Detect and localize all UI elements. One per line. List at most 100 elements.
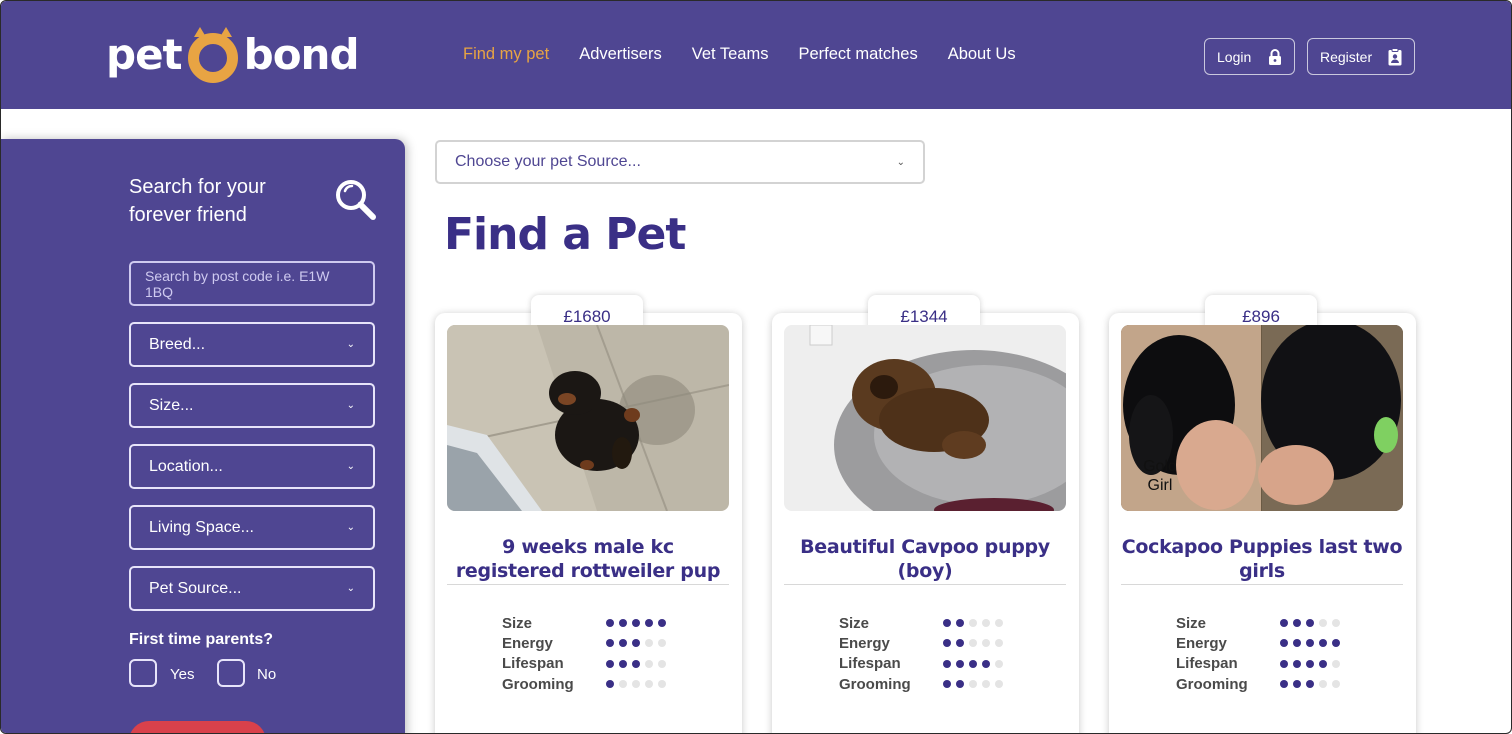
rating-dot-empty: [619, 680, 627, 689]
nav-about-us[interactable]: About Us: [948, 45, 1016, 64]
trait-label: Grooming: [502, 675, 574, 693]
rating-dot-filled: [1319, 659, 1327, 668]
lock-icon: [1269, 48, 1281, 65]
rating-dot-filled: [632, 619, 640, 628]
trait-row-lifespan: Lifespan: [502, 654, 666, 674]
trait-label: Lifespan: [839, 655, 901, 673]
pet-card[interactable]: £1344 Beautiful Cavpoo puppy (boy) Size: [772, 295, 1079, 733]
pet-source-dropdown[interactable]: Choose your pet Source... ⌄: [435, 140, 925, 184]
rating-dot-filled: [606, 659, 614, 668]
svg-text:Gold: Gold: [1143, 458, 1177, 475]
trait-label: Energy: [1176, 634, 1227, 652]
rating-dot-filled: [943, 680, 951, 689]
rating-dot-empty: [1332, 680, 1340, 689]
cockapoo-puppies-photo[interactable]: Gold Girl: [1121, 325, 1403, 511]
trait-dots: [1280, 659, 1340, 668]
rating-dot-filled: [632, 639, 640, 648]
site-header: pet bond Find my pet Advertisers Vet Tea…: [1, 1, 1511, 109]
chevron-down-icon: ⌄: [346, 583, 355, 594]
chevron-down-icon: ⌄: [346, 400, 355, 411]
rating-dot-empty: [982, 680, 990, 689]
nav-find-my-pet[interactable]: Find my pet: [463, 45, 549, 64]
search-sidebar: Search for your forever friend Search by…: [1, 139, 405, 733]
card-divider: [447, 584, 729, 585]
logo-text-left: pet: [106, 29, 183, 79]
trait-label: Lifespan: [1176, 655, 1238, 673]
rating-dot-filled: [1306, 619, 1314, 628]
pet-card-title[interactable]: Cockapoo Puppies last two girls: [1121, 535, 1403, 583]
nav-perfect-matches[interactable]: Perfect matches: [798, 45, 917, 64]
main-nav: Find my pet Advertisers Vet Teams Perfec…: [463, 45, 1016, 64]
trait-label: Lifespan: [502, 655, 564, 673]
rating-dot-filled: [658, 619, 666, 628]
trait-dots: [943, 680, 1003, 689]
rating-dot-filled: [1306, 680, 1314, 689]
rating-dot-empty: [658, 639, 666, 648]
cavapoo-puppy-photo[interactable]: [784, 325, 1066, 511]
rating-dot-empty: [1332, 659, 1340, 668]
search-icon[interactable]: [335, 179, 377, 221]
rating-dot-empty: [658, 659, 666, 668]
nav-vet-teams[interactable]: Vet Teams: [692, 45, 769, 64]
trait-dots: [1280, 619, 1340, 628]
trait-row-energy: Energy: [502, 633, 666, 653]
trait-dots: [943, 619, 1003, 628]
pet-card-title[interactable]: Beautiful Cavpoo puppy (boy): [784, 535, 1066, 583]
first-time-no-checkbox[interactable]: [217, 659, 245, 687]
breed-select[interactable]: Breed... ⌄: [129, 322, 375, 367]
rating-dot-filled: [1280, 659, 1288, 668]
trait-ratings: Size Energy Lifespan Grooming: [839, 613, 1003, 694]
postcode-search-input[interactable]: Search by post code i.e. E1W 1BQ: [129, 261, 375, 306]
pet-card[interactable]: £1680 9 weeks male kc registered rottwei…: [435, 295, 742, 733]
trait-label: Size: [502, 614, 533, 632]
first-time-yes-checkbox[interactable]: [129, 659, 157, 687]
pet-card[interactable]: £896 Gold Girl Cockapoo Puppies last two…: [1109, 295, 1416, 733]
pet-card-title[interactable]: 9 weeks male kc registered rottweiler pu…: [447, 535, 729, 583]
breed-select-label: Breed...: [149, 335, 206, 353]
rating-dot-empty: [995, 639, 1003, 648]
register-button[interactable]: Register: [1307, 38, 1415, 75]
rating-dot-empty: [645, 639, 653, 648]
pet-source-dropdown-label: Choose your pet Source...: [455, 153, 641, 170]
browser-page: pet bond Find my pet Advertisers Vet Tea…: [0, 0, 1512, 734]
trait-dots: [606, 639, 666, 648]
rating-dot-filled: [645, 619, 653, 628]
trait-row-energy: Energy: [839, 633, 1003, 653]
logo-text-right: bond: [243, 29, 360, 79]
trait-label: Energy: [839, 634, 890, 652]
rating-dot-filled: [606, 639, 614, 648]
rating-dot-filled: [619, 639, 627, 648]
pet-source-select[interactable]: Pet Source... ⌄: [129, 566, 375, 611]
rating-dot-filled: [982, 659, 990, 668]
rating-dot-filled: [969, 659, 977, 668]
rating-dot-filled: [956, 659, 964, 668]
rating-dot-filled: [632, 659, 640, 668]
login-label: Login: [1217, 48, 1252, 65]
chevron-down-icon: ⌄: [346, 339, 355, 350]
living-space-select-label: Living Space...: [149, 518, 254, 536]
svg-text:Girl: Girl: [1148, 477, 1173, 494]
living-space-select[interactable]: Living Space... ⌄: [129, 505, 375, 550]
size-select[interactable]: Size... ⌄: [129, 383, 375, 428]
nav-advertisers[interactable]: Advertisers: [579, 45, 662, 64]
rottweiler-puppy-photo[interactable]: [447, 325, 729, 511]
petbond-logo[interactable]: pet bond: [106, 23, 360, 85]
yes-label: Yes: [170, 666, 195, 683]
rating-dot-filled: [1293, 639, 1301, 648]
trait-row-size: Size: [1176, 613, 1340, 633]
rating-dot-filled: [1293, 619, 1301, 628]
rating-dot-filled: [619, 619, 627, 628]
search-submit-button[interactable]: [129, 721, 266, 733]
page-title: Find a Pet: [444, 209, 686, 260]
rating-dot-empty: [995, 680, 1003, 689]
rating-dot-filled: [606, 680, 614, 689]
logo-cat-ring-icon: [186, 27, 240, 83]
size-select-label: Size...: [149, 396, 194, 414]
location-select[interactable]: Location... ⌄: [129, 444, 375, 489]
card-divider: [1121, 584, 1403, 585]
trait-row-lifespan: Lifespan: [839, 654, 1003, 674]
no-label: No: [257, 666, 277, 683]
rating-dot-empty: [982, 619, 990, 628]
login-button[interactable]: Login: [1204, 38, 1295, 75]
trait-dots: [943, 659, 1003, 668]
